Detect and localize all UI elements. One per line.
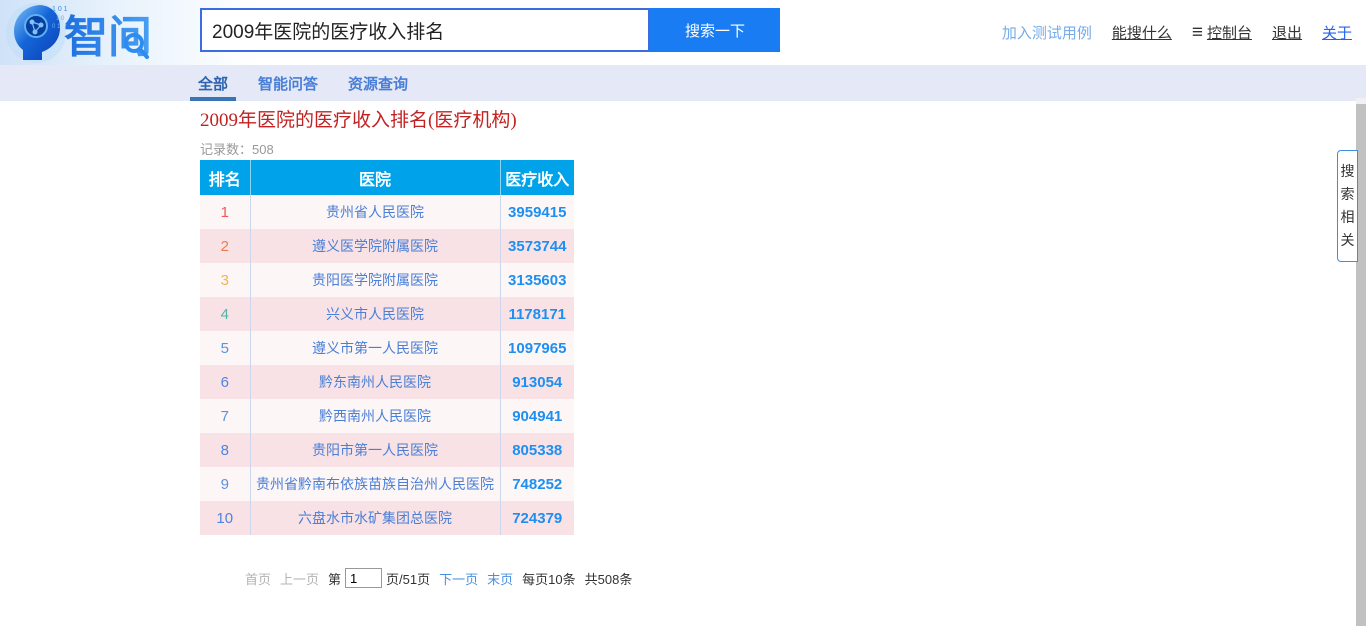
total-count-label: 共508条 [585,569,633,588]
hospital-link[interactable]: 黔西南州人民医院 [250,399,500,433]
hospital-link[interactable]: 遵义医学院附属医院 [250,229,500,263]
last-page-link[interactable]: 末页 [487,569,513,588]
revenue-cell: 724379 [500,501,574,535]
nav-item-label: 控制台 [1207,22,1252,43]
hospital-link[interactable]: 贵阳医学院附属医院 [250,263,500,297]
top-nav: 加入测试用例 能搜什么 ≡ 控制台 退出 关于 [1002,0,1352,65]
page-number-input[interactable] [345,568,382,588]
hospital-link[interactable]: 贵阳市第一人民医院 [250,433,500,467]
tab-resource-query[interactable]: 资源查询 [348,65,408,101]
nav-item-label: 加入测试用例 [1002,22,1092,43]
rank-cell: 3 [200,263,250,297]
table-row: 2 遵义医学院附属医院 3573744 [200,229,574,263]
tab-label: 智能问答 [258,73,318,94]
revenue-cell: 805338 [500,433,574,467]
search-button[interactable]: 搜索一下 [650,8,780,52]
page-number-group: 第 页/51页 [328,568,430,588]
page-suffix-label: 页/51页 [386,569,430,588]
rank-cell: 5 [200,331,250,365]
hospital-link[interactable]: 黔东南州人民医院 [250,365,500,399]
app-header: 1 0 1 1 0 0 1 智问 搜索一下 加入测试用例 能搜什么 ≡ 控制台 … [0,0,1366,65]
rank-cell: 7 [200,399,250,433]
result-table: 排名 医院 医疗收入 1 贵州省人民医院 3959415 2 遵义医学院附属医院… [200,160,574,535]
hamburger-icon: ≡ [1192,23,1203,42]
tab-label: 全部 [198,73,228,94]
hospital-link[interactable]: 贵州省人民医院 [250,195,500,229]
brand-logo-icon: 1 0 1 1 0 0 1 智问 [6,1,198,65]
column-header-revenue: 医疗收入 [500,160,574,195]
nav-item-label: 退出 [1272,22,1302,43]
table-row: 8 贵阳市第一人民医院 805338 [200,433,574,467]
first-page-link[interactable]: 首页 [245,569,271,588]
result-title: 2009年医院的医疗收入排名(医疗机构) [200,105,517,132]
table-row: 1 贵州省人民医院 3959415 [200,195,574,229]
table-row: 5 遵义市第一人民医院 1097965 [200,331,574,365]
column-header-hospital: 医院 [250,160,500,195]
tab-smart-qa[interactable]: 智能问答 [258,65,318,101]
binary-digits: 0 1 [52,24,61,30]
per-page-label: 每页10条 [522,569,575,588]
rank-cell: 2 [200,229,250,263]
table-row: 6 黔东南州人民医院 913054 [200,365,574,399]
revenue-cell: 3573744 [500,229,574,263]
column-header-rank: 排名 [200,160,250,195]
page-prefix-label: 第 [328,569,341,588]
hospital-link[interactable]: 六盘水市水矿集团总医院 [250,501,500,535]
table-row: 7 黔西南州人民医院 904941 [200,399,574,433]
rank-cell: 4 [200,297,250,331]
nav-logout[interactable]: 退出 [1272,22,1302,43]
record-count-value: 508 [252,142,274,157]
table-header-row: 排名 医院 医疗收入 [200,160,574,195]
brand-logo[interactable]: 1 0 1 1 0 0 1 智问 [6,1,198,65]
revenue-cell: 3959415 [500,195,574,229]
record-count-label: 记录数： [200,142,252,157]
table-row: 9 贵州省黔南布依族苗族自治州人民医院 748252 [200,467,574,501]
table-row: 4 兴义市人民医院 1178171 [200,297,574,331]
nav-console[interactable]: ≡ 控制台 [1192,22,1252,43]
tab-bar: 全部 智能问答 资源查询 [0,65,1366,101]
hospital-link[interactable]: 遵义市第一人民医院 [250,331,500,365]
rank-cell: 6 [200,365,250,399]
nav-about[interactable]: 关于 [1322,22,1352,43]
rank-cell: 1 [200,195,250,229]
pagination: 首页 上一页 第 页/51页 下一页 末页 每页10条 共508条 [245,567,632,589]
rank-cell: 9 [200,467,250,501]
revenue-cell: 1097965 [500,331,574,365]
table-body: 1 贵州省人民医院 3959415 2 遵义医学院附属医院 3573744 3 … [200,195,574,535]
record-count: 记录数：508 [200,139,274,158]
nav-item-label: 能搜什么 [1112,22,1172,43]
next-page-link[interactable]: 下一页 [439,569,478,588]
revenue-cell: 3135603 [500,263,574,297]
table-row: 10 六盘水市水矿集团总医院 724379 [200,501,574,535]
revenue-cell: 1178171 [500,297,574,331]
revenue-cell: 748252 [500,467,574,501]
nav-item-label: 关于 [1322,22,1352,43]
tabs: 全部 智能问答 资源查询 [198,65,408,101]
tab-label: 资源查询 [348,73,408,94]
rank-cell: 8 [200,433,250,467]
rank-cell: 10 [200,501,250,535]
nav-what-can-search[interactable]: 能搜什么 [1112,22,1172,43]
binary-digits: 1 0 1 [52,6,68,13]
search-related-panel[interactable]: 搜索相关 [1337,150,1358,262]
revenue-cell: 913054 [500,365,574,399]
hospital-link[interactable]: 贵州省黔南布依族苗族自治州人民医院 [250,467,500,501]
revenue-cell: 904941 [500,399,574,433]
tab-all[interactable]: 全部 [198,65,228,101]
table-row: 3 贵阳医学院附属医院 3135603 [200,263,574,297]
hospital-link[interactable]: 兴义市人民医院 [250,297,500,331]
prev-page-link[interactable]: 上一页 [280,569,319,588]
search-input[interactable] [200,8,650,52]
nav-join-test-cases[interactable]: 加入测试用例 [1002,22,1092,43]
